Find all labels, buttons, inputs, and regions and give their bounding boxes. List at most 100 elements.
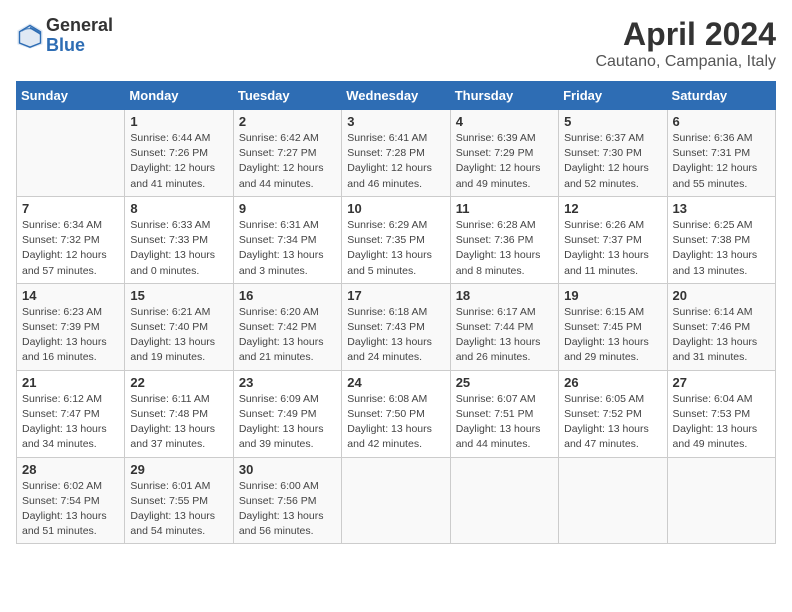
week-row-1: 1 Sunrise: 6:44 AM Sunset: 7:26 PM Daylig… (17, 110, 776, 197)
calendar-cell: 30 Sunrise: 6:00 AM Sunset: 7:56 PM Dayli… (233, 457, 341, 544)
day-info: Sunrise: 6:04 AM Sunset: 7:53 PM Dayligh… (673, 392, 770, 453)
calendar-cell: 21 Sunrise: 6:12 AM Sunset: 7:47 PM Dayli… (17, 370, 125, 457)
day-number: 12 (564, 201, 661, 216)
day-number: 3 (347, 114, 444, 129)
calendar-cell: 19 Sunrise: 6:15 AM Sunset: 7:45 PM Dayli… (559, 283, 667, 370)
day-number: 30 (239, 462, 336, 477)
calendar-cell: 20 Sunrise: 6:14 AM Sunset: 7:46 PM Dayli… (667, 283, 775, 370)
day-number: 8 (130, 201, 227, 216)
day-info: Sunrise: 6:11 AM Sunset: 7:48 PM Dayligh… (130, 392, 227, 453)
main-title: April 2024 (595, 16, 776, 53)
day-number: 27 (673, 375, 770, 390)
day-info: Sunrise: 6:34 AM Sunset: 7:32 PM Dayligh… (22, 218, 119, 279)
calendar-table: SundayMondayTuesdayWednesdayThursdayFrid… (16, 81, 776, 544)
day-info: Sunrise: 6:23 AM Sunset: 7:39 PM Dayligh… (22, 305, 119, 366)
day-info: Sunrise: 6:33 AM Sunset: 7:33 PM Dayligh… (130, 218, 227, 279)
day-number: 15 (130, 288, 227, 303)
calendar-cell: 29Sunrise: 6:01 AM Sunset: 7:55 PM Dayli… (125, 457, 233, 544)
week-row-2: 7 Sunrise: 6:34 AM Sunset: 7:32 PM Daylig… (17, 196, 776, 283)
page-header: General Blue April 2024 Cautano, Campani… (16, 16, 776, 71)
day-number: 19 (564, 288, 661, 303)
calendar-cell: 7 Sunrise: 6:34 AM Sunset: 7:32 PM Daylig… (17, 196, 125, 283)
col-header-sunday: Sunday (17, 82, 125, 110)
day-number: 1 (130, 114, 227, 129)
calendar-cell: 11 Sunrise: 6:28 AM Sunset: 7:36 PM Dayli… (450, 196, 558, 283)
calendar-cell: 22 Sunrise: 6:11 AM Sunset: 7:48 PM Dayli… (125, 370, 233, 457)
day-info: Sunrise: 6:12 AM Sunset: 7:47 PM Dayligh… (22, 392, 119, 453)
calendar-cell (342, 457, 450, 544)
calendar-cell: 27 Sunrise: 6:04 AM Sunset: 7:53 PM Dayli… (667, 370, 775, 457)
calendar-cell: 4Sunrise: 6:39 AM Sunset: 7:29 PM Daylig… (450, 110, 558, 197)
col-header-wednesday: Wednesday (342, 82, 450, 110)
day-number: 7 (22, 201, 119, 216)
week-row-5: 28 Sunrise: 6:02 AM Sunset: 7:54 PM Dayli… (17, 457, 776, 544)
calendar-cell: 26Sunrise: 6:05 AM Sunset: 7:52 PM Dayli… (559, 370, 667, 457)
calendar-cell: 2Sunrise: 6:42 AM Sunset: 7:27 PM Daylig… (233, 110, 341, 197)
day-number: 20 (673, 288, 770, 303)
col-header-thursday: Thursday (450, 82, 558, 110)
day-info: Sunrise: 6:09 AM Sunset: 7:49 PM Dayligh… (239, 392, 336, 453)
day-info: Sunrise: 6:29 AM Sunset: 7:35 PM Dayligh… (347, 218, 444, 279)
calendar-cell: 14 Sunrise: 6:23 AM Sunset: 7:39 PM Dayli… (17, 283, 125, 370)
calendar-cell (667, 457, 775, 544)
day-number: 25 (456, 375, 553, 390)
col-header-saturday: Saturday (667, 82, 775, 110)
calendar-cell: 23Sunrise: 6:09 AM Sunset: 7:49 PM Dayli… (233, 370, 341, 457)
calendar-cell (450, 457, 558, 544)
day-info: Sunrise: 6:36 AM Sunset: 7:31 PM Dayligh… (673, 131, 770, 192)
logo-general: General (46, 16, 113, 36)
day-number: 21 (22, 375, 119, 390)
day-info: Sunrise: 6:20 AM Sunset: 7:42 PM Dayligh… (239, 305, 336, 366)
day-number: 9 (239, 201, 336, 216)
calendar-cell: 10 Sunrise: 6:29 AM Sunset: 7:35 PM Dayli… (342, 196, 450, 283)
day-info: Sunrise: 6:15 AM Sunset: 7:45 PM Dayligh… (564, 305, 661, 366)
day-number: 10 (347, 201, 444, 216)
day-info: Sunrise: 6:00 AM Sunset: 7:56 PM Dayligh… (239, 479, 336, 540)
day-info: Sunrise: 6:02 AM Sunset: 7:54 PM Dayligh… (22, 479, 119, 540)
day-info: Sunrise: 6:14 AM Sunset: 7:46 PM Dayligh… (673, 305, 770, 366)
week-row-4: 21 Sunrise: 6:12 AM Sunset: 7:47 PM Dayli… (17, 370, 776, 457)
logo-icon (16, 22, 44, 50)
calendar-cell: 17Sunrise: 6:18 AM Sunset: 7:43 PM Dayli… (342, 283, 450, 370)
calendar-cell (17, 110, 125, 197)
col-header-friday: Friday (559, 82, 667, 110)
day-number: 16 (239, 288, 336, 303)
day-number: 4 (456, 114, 553, 129)
logo-text: General Blue (46, 16, 113, 56)
day-info: Sunrise: 6:25 AM Sunset: 7:38 PM Dayligh… (673, 218, 770, 279)
header-row: SundayMondayTuesdayWednesdayThursdayFrid… (17, 82, 776, 110)
day-info: Sunrise: 6:31 AM Sunset: 7:34 PM Dayligh… (239, 218, 336, 279)
day-number: 14 (22, 288, 119, 303)
subtitle: Cautano, Campania, Italy (595, 53, 776, 71)
day-number: 6 (673, 114, 770, 129)
day-info: Sunrise: 6:44 AM Sunset: 7:26 PM Dayligh… (130, 131, 227, 192)
day-info: Sunrise: 6:42 AM Sunset: 7:27 PM Dayligh… (239, 131, 336, 192)
day-number: 22 (130, 375, 227, 390)
day-number: 17 (347, 288, 444, 303)
day-info: Sunrise: 6:21 AM Sunset: 7:40 PM Dayligh… (130, 305, 227, 366)
day-number: 29 (130, 462, 227, 477)
day-info: Sunrise: 6:37 AM Sunset: 7:30 PM Dayligh… (564, 131, 661, 192)
day-number: 5 (564, 114, 661, 129)
day-info: Sunrise: 6:07 AM Sunset: 7:51 PM Dayligh… (456, 392, 553, 453)
calendar-cell: 9 Sunrise: 6:31 AM Sunset: 7:34 PM Daylig… (233, 196, 341, 283)
day-number: 13 (673, 201, 770, 216)
calendar-cell: 28 Sunrise: 6:02 AM Sunset: 7:54 PM Dayli… (17, 457, 125, 544)
logo: General Blue (16, 16, 113, 56)
day-number: 11 (456, 201, 553, 216)
day-number: 28 (22, 462, 119, 477)
day-info: Sunrise: 6:41 AM Sunset: 7:28 PM Dayligh… (347, 131, 444, 192)
col-header-tuesday: Tuesday (233, 82, 341, 110)
day-info: Sunrise: 6:28 AM Sunset: 7:36 PM Dayligh… (456, 218, 553, 279)
week-row-3: 14 Sunrise: 6:23 AM Sunset: 7:39 PM Dayli… (17, 283, 776, 370)
calendar-cell: 3 Sunrise: 6:41 AM Sunset: 7:28 PM Daylig… (342, 110, 450, 197)
calendar-cell: 1 Sunrise: 6:44 AM Sunset: 7:26 PM Daylig… (125, 110, 233, 197)
day-info: Sunrise: 6:17 AM Sunset: 7:44 PM Dayligh… (456, 305, 553, 366)
day-info: Sunrise: 6:05 AM Sunset: 7:52 PM Dayligh… (564, 392, 661, 453)
day-info: Sunrise: 6:26 AM Sunset: 7:37 PM Dayligh… (564, 218, 661, 279)
calendar-cell: 13 Sunrise: 6:25 AM Sunset: 7:38 PM Dayli… (667, 196, 775, 283)
logo-blue: Blue (46, 36, 113, 56)
calendar-cell: 6 Sunrise: 6:36 AM Sunset: 7:31 PM Daylig… (667, 110, 775, 197)
calendar-cell: 15 Sunrise: 6:21 AM Sunset: 7:40 PM Dayli… (125, 283, 233, 370)
calendar-cell: 12 Sunrise: 6:26 AM Sunset: 7:37 PM Dayli… (559, 196, 667, 283)
